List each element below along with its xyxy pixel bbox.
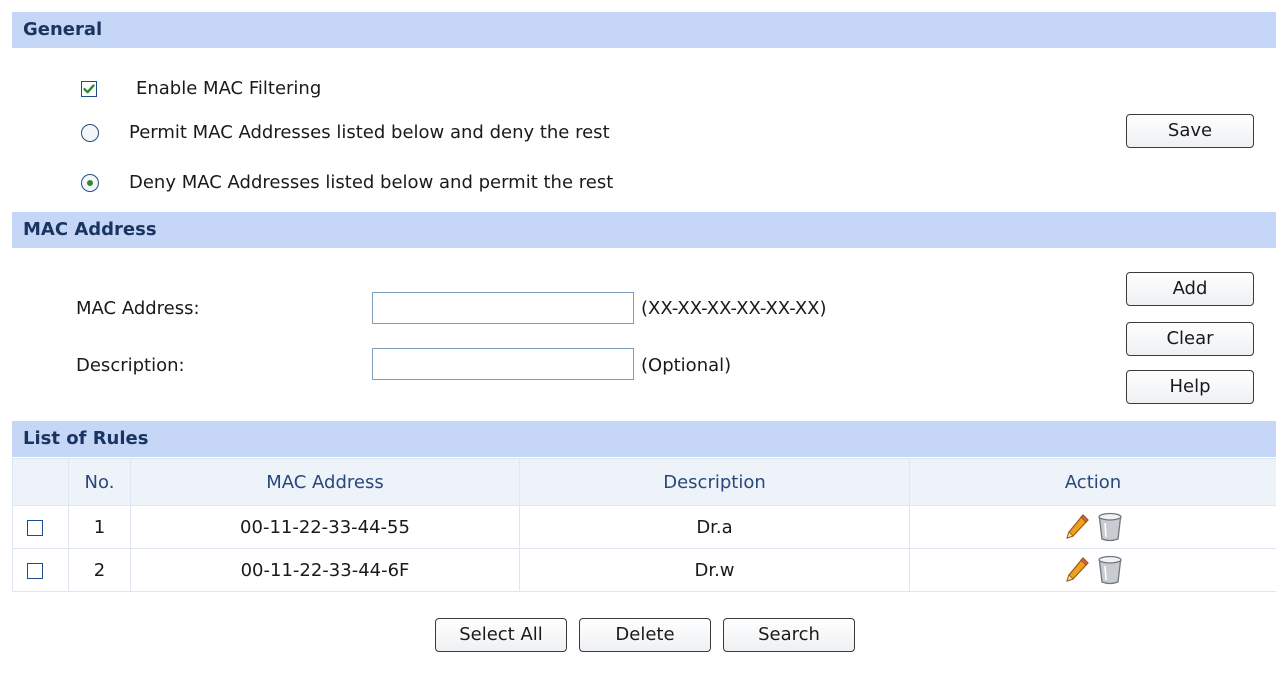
description-input[interactable] <box>372 348 634 380</box>
select-column-header <box>12 458 69 506</box>
delete-button[interactable]: Delete <box>579 618 711 652</box>
enable-mac-filtering-checkbox[interactable] <box>81 81 97 97</box>
help-button[interactable]: Help <box>1126 370 1254 404</box>
general-section-header: General <box>12 12 1276 48</box>
permit-mode-radio[interactable] <box>81 124 99 142</box>
table-row: 2 00-11-22-33-44-6F Dr.w <box>12 548 1276 592</box>
delete-trash-icon[interactable] <box>1097 511 1123 543</box>
deny-mode-label: Deny MAC Addresses listed below and perm… <box>129 172 614 193</box>
list-of-rules-section-header: List of Rules <box>12 421 1276 457</box>
row-select-checkbox[interactable] <box>27 562 43 579</box>
column-header-description: Description <box>519 458 910 506</box>
clear-button[interactable]: Clear <box>1126 322 1254 356</box>
description-optional-hint: (Optional) <box>641 355 732 376</box>
row-mac-address: 00-11-22-33-44-6F <box>130 548 520 592</box>
row-select-cell <box>12 505 69 549</box>
row-select-cell <box>12 548 69 592</box>
column-header-mac-address: MAC Address <box>130 458 520 506</box>
row-action-cell <box>909 505 1276 549</box>
delete-trash-icon[interactable] <box>1097 554 1123 586</box>
rules-table: No. MAC Address Description Action 1 00-… <box>12 458 1276 592</box>
row-select-checkbox[interactable] <box>27 519 43 536</box>
select-all-button[interactable]: Select All <box>435 618 567 652</box>
column-header-action: Action <box>909 458 1276 506</box>
checkmark-icon <box>83 84 95 94</box>
save-button[interactable]: Save <box>1126 114 1254 148</box>
mac-address-format-hint: (XX-XX-XX-XX-XX-XX) <box>641 298 827 319</box>
row-no: 2 <box>68 548 131 592</box>
enable-mac-filtering-label: Enable MAC Filtering <box>136 78 322 99</box>
radio-selected-dot <box>87 180 93 186</box>
edit-pencil-icon[interactable] <box>1063 555 1091 585</box>
deny-mode-radio[interactable] <box>81 174 99 192</box>
search-button[interactable]: Search <box>723 618 855 652</box>
edit-pencil-icon[interactable] <box>1063 512 1091 542</box>
row-description: Dr.w <box>519 548 910 592</box>
row-no: 1 <box>68 505 131 549</box>
description-field-label: Description: <box>76 355 185 376</box>
permit-mode-label: Permit MAC Addresses listed below and de… <box>129 122 610 143</box>
row-mac-address: 00-11-22-33-44-55 <box>130 505 520 549</box>
rules-table-header-row: No. MAC Address Description Action <box>12 458 1276 506</box>
row-description: Dr.a <box>519 505 910 549</box>
add-button[interactable]: Add <box>1126 272 1254 306</box>
table-row: 1 00-11-22-33-44-55 Dr.a <box>12 505 1276 549</box>
mac-address-input[interactable] <box>372 292 634 324</box>
column-header-no: No. <box>68 458 131 506</box>
mac-address-section-header: MAC Address <box>12 212 1276 248</box>
mac-address-field-label: MAC Address: <box>76 298 200 319</box>
row-action-cell <box>909 548 1276 592</box>
